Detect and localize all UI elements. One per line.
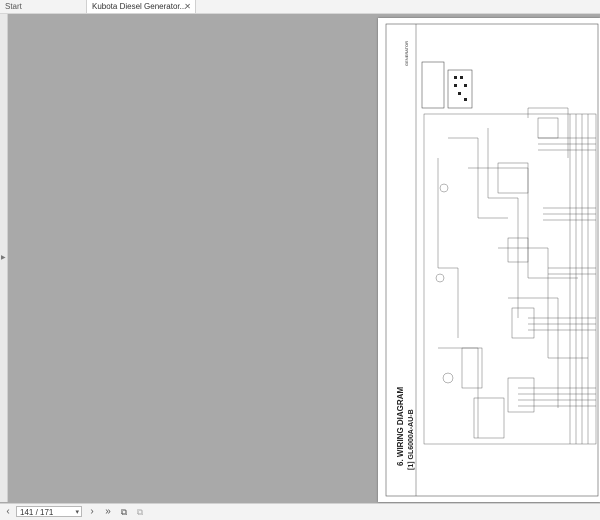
tab-document[interactable]: Kubota Diesel Generator... ✕ [86, 0, 196, 13]
last-page-icon[interactable]: » [102, 506, 114, 518]
tab-bar: Start Kubota Diesel Generator... ✕ [0, 0, 600, 14]
chevron-down-icon[interactable]: ▾ [75, 507, 79, 518]
close-icon[interactable]: ✕ [184, 0, 191, 13]
chevron-right-icon: ▶ [1, 255, 6, 261]
document-page: 6. WIRING DIAGRAM [1] GL6000A-AU-B GENER… [378, 18, 600, 502]
two-page-view-icon[interactable]: ⧉ [118, 506, 130, 518]
tab-document-label: Kubota Diesel Generator... [92, 2, 187, 11]
tab-start[interactable]: Start [5, 0, 22, 13]
subsection-title: [1] GL6000A-AU-B [408, 409, 415, 470]
status-bar: ‹ 141 / 171 ▾ › » ⧉ ⧉ [0, 503, 600, 520]
previous-page-icon[interactable]: ‹ [2, 506, 14, 518]
sidebar-toggle[interactable]: ▶ [0, 14, 8, 502]
page-indicator: 141 / 171 [20, 508, 54, 517]
section-title: 6. WIRING DIAGRAM [396, 386, 405, 466]
next-page-icon[interactable]: › [86, 506, 98, 518]
page-number-input[interactable]: 141 / 171 ▾ [16, 506, 82, 517]
page-header: GENERATOR [404, 41, 409, 66]
rotate-view-icon[interactable]: ⧉ [134, 506, 146, 518]
document-viewer[interactable]: 6. WIRING DIAGRAM [1] GL6000A-AU-B GENER… [8, 14, 600, 502]
